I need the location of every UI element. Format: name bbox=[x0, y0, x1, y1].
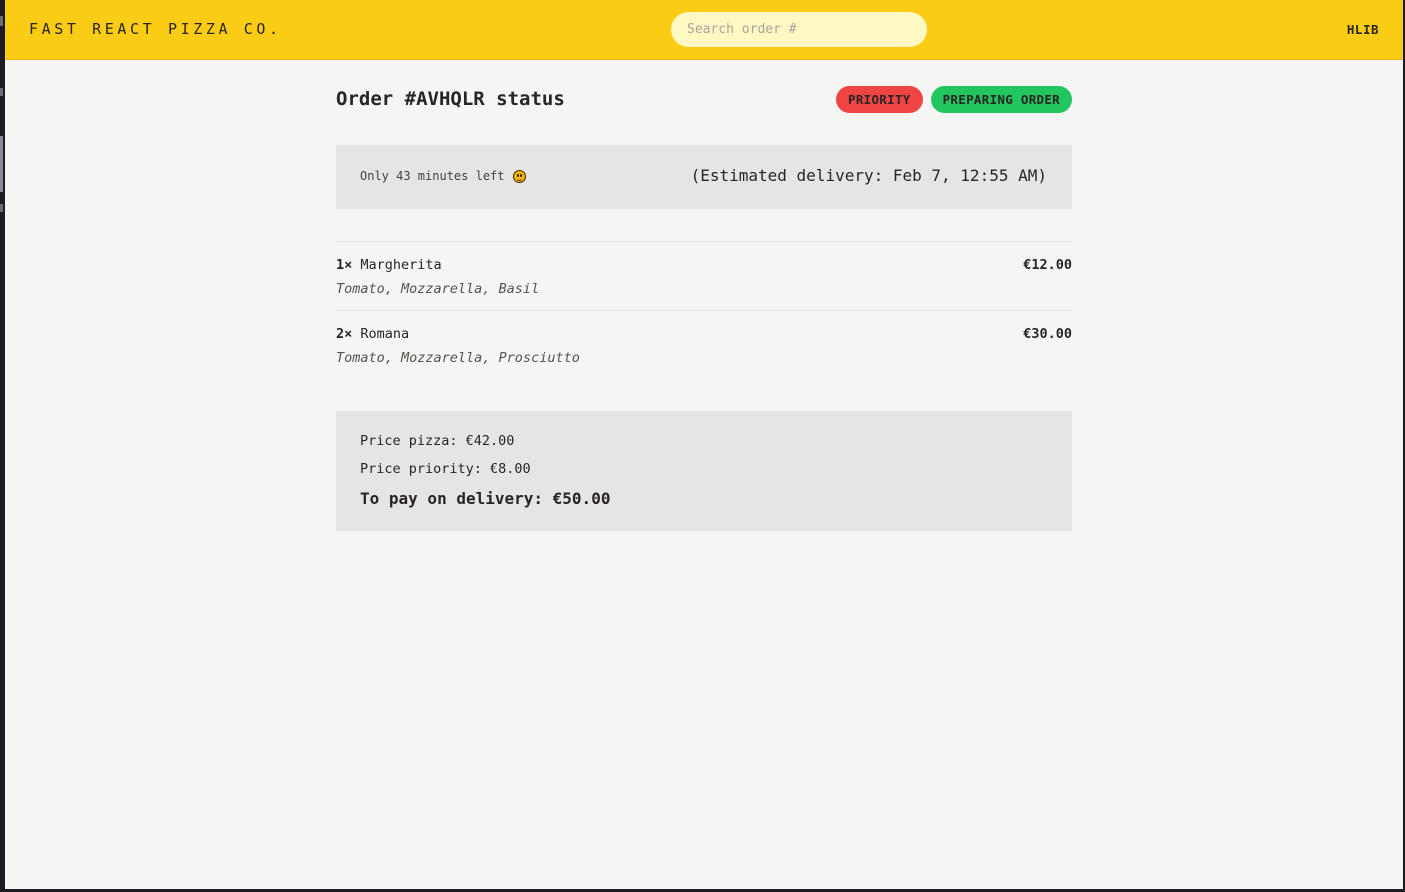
order-title-row: Order #AVHQLR status PRIORITY PREPARING … bbox=[336, 86, 1072, 114]
item-title: 2× Romana bbox=[336, 326, 409, 342]
item-title: 1× Margherita bbox=[336, 257, 442, 273]
item-ingredients: Tomato, Mozzarella, Prosciutto bbox=[336, 350, 580, 366]
price-summary-panel: Price pizza: €42.00 Price priority: €8.0… bbox=[336, 411, 1072, 531]
app-window: FAST REACT PIZZA CO. HLIB Order #AVHQLR … bbox=[5, 0, 1403, 889]
total-to-pay: To pay on delivery: €50.00 bbox=[360, 489, 611, 508]
order-items-list: 1× Margherita €12.00 Tomato, Mozzarella,… bbox=[336, 241, 1072, 379]
time-remaining: Only 43 minutes left bbox=[360, 169, 526, 183]
item-name: Romana bbox=[360, 326, 410, 342]
top-header: FAST REACT PIZZA CO. HLIB bbox=[5, 0, 1403, 60]
price-priority: Price priority: €8.00 bbox=[360, 461, 531, 477]
status-badges: PRIORITY PREPARING ORDER bbox=[836, 86, 1072, 113]
username: HLIB bbox=[1346, 22, 1379, 37]
item-name: Margherita bbox=[360, 257, 442, 273]
list-item: 2× Romana €30.00 Tomato, Mozzarella, Pro… bbox=[336, 311, 1072, 379]
status-badge: PREPARING ORDER bbox=[930, 86, 1072, 113]
priority-badge: PRIORITY bbox=[836, 86, 923, 113]
smiling-face-icon bbox=[512, 169, 526, 183]
page-title: Order #AVHQLR status bbox=[336, 88, 565, 110]
list-item: 1× Margherita €12.00 Tomato, Mozzarella,… bbox=[336, 242, 1072, 311]
logo-link[interactable]: FAST REACT PIZZA CO. bbox=[29, 20, 282, 38]
time-remaining-text: Only 43 minutes left bbox=[360, 169, 505, 183]
item-quantity: 2× bbox=[336, 326, 353, 342]
item-ingredients: Tomato, Mozzarella, Basil bbox=[336, 281, 540, 297]
item-price: €12.00 bbox=[1023, 257, 1072, 273]
item-price: €30.00 bbox=[1023, 326, 1072, 342]
delivery-estimate-panel: Only 43 minutes left (Estimated delivery… bbox=[336, 145, 1072, 209]
estimated-delivery: (Estimated delivery: Feb 7, 12:55 AM) bbox=[690, 166, 1047, 185]
price-pizza: Price pizza: €42.00 bbox=[360, 433, 515, 449]
search-order-input[interactable] bbox=[671, 12, 927, 47]
item-quantity: 1× bbox=[336, 257, 353, 273]
